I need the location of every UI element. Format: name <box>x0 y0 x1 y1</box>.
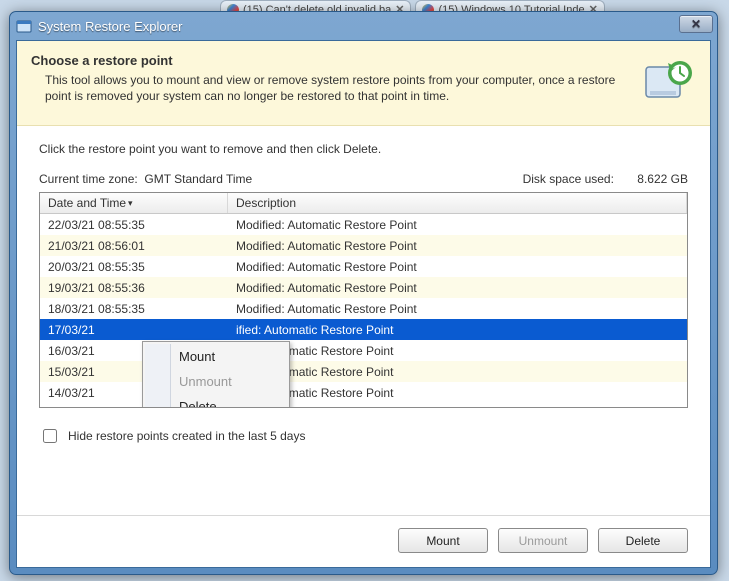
cell-description: ified: Automatic Restore Point <box>228 386 687 400</box>
instruction-text: Click the restore point you want to remo… <box>39 142 688 156</box>
context-menu-delete[interactable]: Delete <box>145 394 287 407</box>
cell-date: 21/03/21 08:56:01 <box>40 239 228 253</box>
context-menu: Mount Unmount Delete <box>142 341 290 407</box>
cell-date: 19/03/21 08:55:36 <box>40 281 228 295</box>
disk-space-value: 8.622 GB <box>637 172 688 186</box>
cell-description: ified: Automatic Restore Point <box>228 323 687 337</box>
hide-recent-label: Hide restore points created in the last … <box>68 429 305 443</box>
app-window: System Restore Explorer ✕ Choose a resto… <box>9 11 718 575</box>
table-row[interactable]: 14/03/21ified: Automatic Restore Point <box>40 382 687 403</box>
cell-description: Modified: Automatic Restore Point <box>228 281 687 295</box>
titlebar[interactable]: System Restore Explorer ✕ <box>10 12 717 40</box>
timezone-value: GMT Standard Time <box>144 172 252 186</box>
banner-description: This tool allows you to mount and view o… <box>31 72 628 104</box>
timezone-label: Current time zone: <box>39 172 138 186</box>
delete-button[interactable]: Delete <box>598 528 688 553</box>
cell-date: 17/03/21 <box>40 323 228 337</box>
hide-recent-checkbox-row[interactable]: Hide restore points created in the last … <box>39 426 688 446</box>
cell-description: Modified: Automatic Restore Point <box>228 302 687 316</box>
column-header-description[interactable]: Description <box>228 193 687 213</box>
button-bar: Mount Unmount Delete <box>17 515 710 567</box>
window-title: System Restore Explorer <box>38 19 183 34</box>
cell-date: 20/03/21 08:55:35 <box>40 260 228 274</box>
hide-recent-checkbox[interactable] <box>43 429 57 443</box>
list-header: Date and Time▾ Description <box>40 193 687 214</box>
sort-desc-icon: ▾ <box>128 198 133 208</box>
cell-description: Modified: Automatic Restore Point <box>228 218 687 232</box>
table-row[interactable]: 21/03/21 08:56:01Modified: Automatic Res… <box>40 235 687 256</box>
table-row[interactable]: 18/03/21 08:55:35Modified: Automatic Res… <box>40 298 687 319</box>
cell-description: Modified: Automatic Restore Point <box>228 260 687 274</box>
app-icon <box>16 18 32 34</box>
banner-heading: Choose a restore point <box>31 53 628 68</box>
list-body: 22/03/21 08:55:35Modified: Automatic Res… <box>40 214 687 407</box>
table-row[interactable]: 20/03/21 08:55:35Modified: Automatic Res… <box>40 256 687 277</box>
column-header-date[interactable]: Date and Time▾ <box>40 193 228 213</box>
window-close-button[interactable]: ✕ <box>679 15 713 33</box>
table-row[interactable]: 17/03/21ified: Automatic Restore Point <box>40 319 687 340</box>
restore-points-list[interactable]: Date and Time▾ Description 22/03/21 08:5… <box>39 192 688 408</box>
table-row[interactable]: 19/03/21 08:55:36Modified: Automatic Res… <box>40 277 687 298</box>
context-menu-mount[interactable]: Mount <box>145 344 287 369</box>
client-area: Choose a restore point This tool allows … <box>16 40 711 568</box>
cell-description: ified: Automatic Restore Point <box>228 344 687 358</box>
cell-date: 22/03/21 08:55:35 <box>40 218 228 232</box>
context-menu-unmount: Unmount <box>145 369 287 394</box>
cell-description: Modified: Automatic Restore Point <box>228 239 687 253</box>
mount-button[interactable]: Mount <box>398 528 488 553</box>
cell-description: ified: Automatic Restore Point <box>228 365 687 379</box>
unmount-button: Unmount <box>498 528 588 553</box>
restore-icon <box>640 53 696 109</box>
info-banner: Choose a restore point This tool allows … <box>17 41 710 126</box>
table-row[interactable]: 15/03/21ified: Automatic Restore Point <box>40 361 687 382</box>
cell-date: 18/03/21 08:55:35 <box>40 302 228 316</box>
disk-space-label: Disk space used: <box>523 172 614 186</box>
table-row[interactable]: 16/03/21ified: Automatic Restore Point <box>40 340 687 361</box>
table-row[interactable]: 22/03/21 08:55:35Modified: Automatic Res… <box>40 214 687 235</box>
